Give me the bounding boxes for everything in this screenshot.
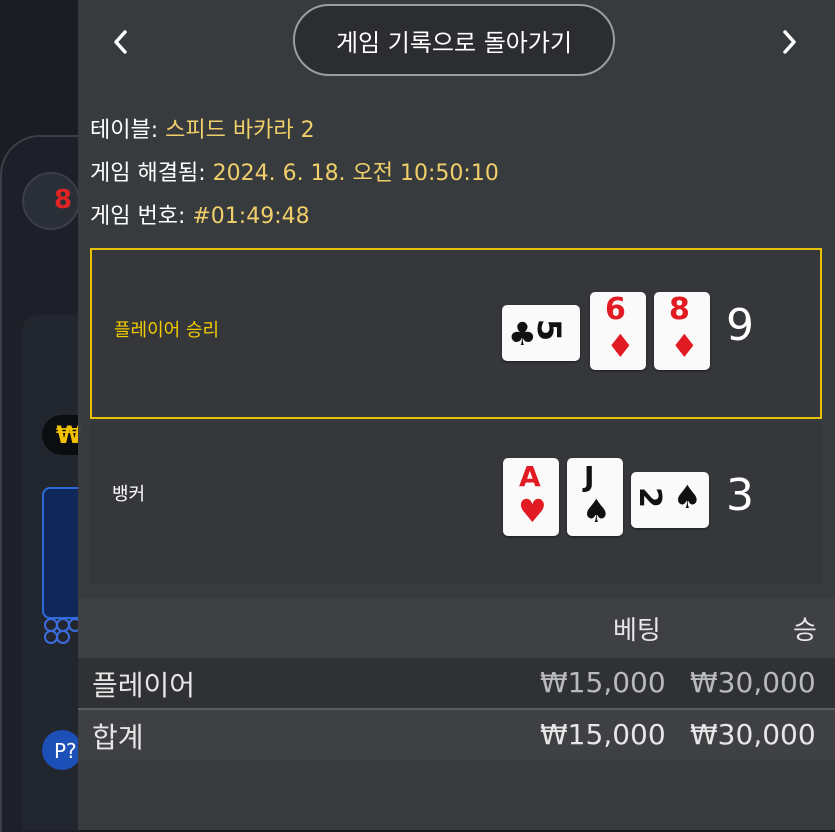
prev-game-button[interactable] — [100, 22, 140, 62]
resolved-info-label: 게임 해결됨: — [90, 161, 206, 186]
total-bet-amount: ₩15,000 — [540, 718, 666, 751]
table-info-label: 테이블: — [90, 118, 159, 143]
table-info-value: 스피드 바카라 2 — [165, 118, 315, 143]
banker-score: 3 — [726, 470, 754, 521]
playing-card: A ♥ — [503, 458, 559, 536]
banker-result-label: 뱅커 — [112, 484, 146, 505]
player-result-box: 플레이어 승리 5 ♣ 6 ♦ 8 ♦ 9 — [90, 248, 822, 419]
back-to-history-button[interactable]: 게임 기록으로 돌아가기 — [293, 4, 615, 76]
background-road-icon — [44, 618, 82, 648]
game-number-value: #01:49:48 — [192, 204, 310, 229]
playing-card: 8 ♦ — [654, 292, 710, 370]
background-logo: 8 — [22, 172, 80, 230]
bet-amount: ₩15,000 — [540, 666, 666, 699]
game-history-detail-overlay: 게임 기록으로 돌아가기 테이블: 스피드 바카라 2 게임 해결됨: 2024… — [78, 0, 835, 830]
game-number-info: 게임 번호: #01:49:48 — [90, 198, 310, 230]
resolved-info-value: 2024. 6. 18. 오전 10:50:10 — [212, 161, 499, 186]
win-amount: ₩30,000 — [690, 666, 816, 699]
bet-table-header: 베팅 승 — [78, 598, 835, 658]
banker-result-box: 뱅커 A ♥ J ♠ 2 ♠ 3 — [90, 422, 822, 584]
total-label: 합계 — [92, 721, 144, 754]
chevron-left-icon — [114, 30, 127, 54]
playing-card: 5 ♣ — [502, 305, 580, 361]
next-game-button[interactable] — [770, 22, 810, 62]
playing-card: 6 ♦ — [590, 292, 646, 370]
table-row: 합계 ₩15,000 ₩30,000 — [78, 710, 835, 760]
player-score: 9 — [726, 300, 754, 351]
background-chip: ₩ — [42, 415, 82, 455]
background-player-bet-spot — [42, 487, 80, 619]
bet-name: 플레이어 — [92, 669, 196, 702]
game-number-label: 게임 번호: — [90, 204, 186, 229]
bet-column-header: 베팅 — [613, 616, 661, 646]
playing-card: J ♠ — [567, 458, 623, 536]
playing-card: 2 ♠ — [631, 472, 709, 528]
table-info: 테이블: 스피드 바카라 2 — [90, 112, 315, 144]
table-row: 플레이어 ₩15,000 ₩30,000 — [78, 658, 835, 710]
player-result-label: 플레이어 승리 — [114, 320, 220, 341]
total-win-amount: ₩30,000 — [690, 718, 816, 751]
chevron-right-icon — [783, 30, 796, 54]
background-p-badge: P? — [42, 730, 82, 770]
resolved-info: 게임 해결됨: 2024. 6. 18. 오전 10:50:10 — [90, 155, 499, 187]
win-column-header: 승 — [793, 616, 817, 646]
